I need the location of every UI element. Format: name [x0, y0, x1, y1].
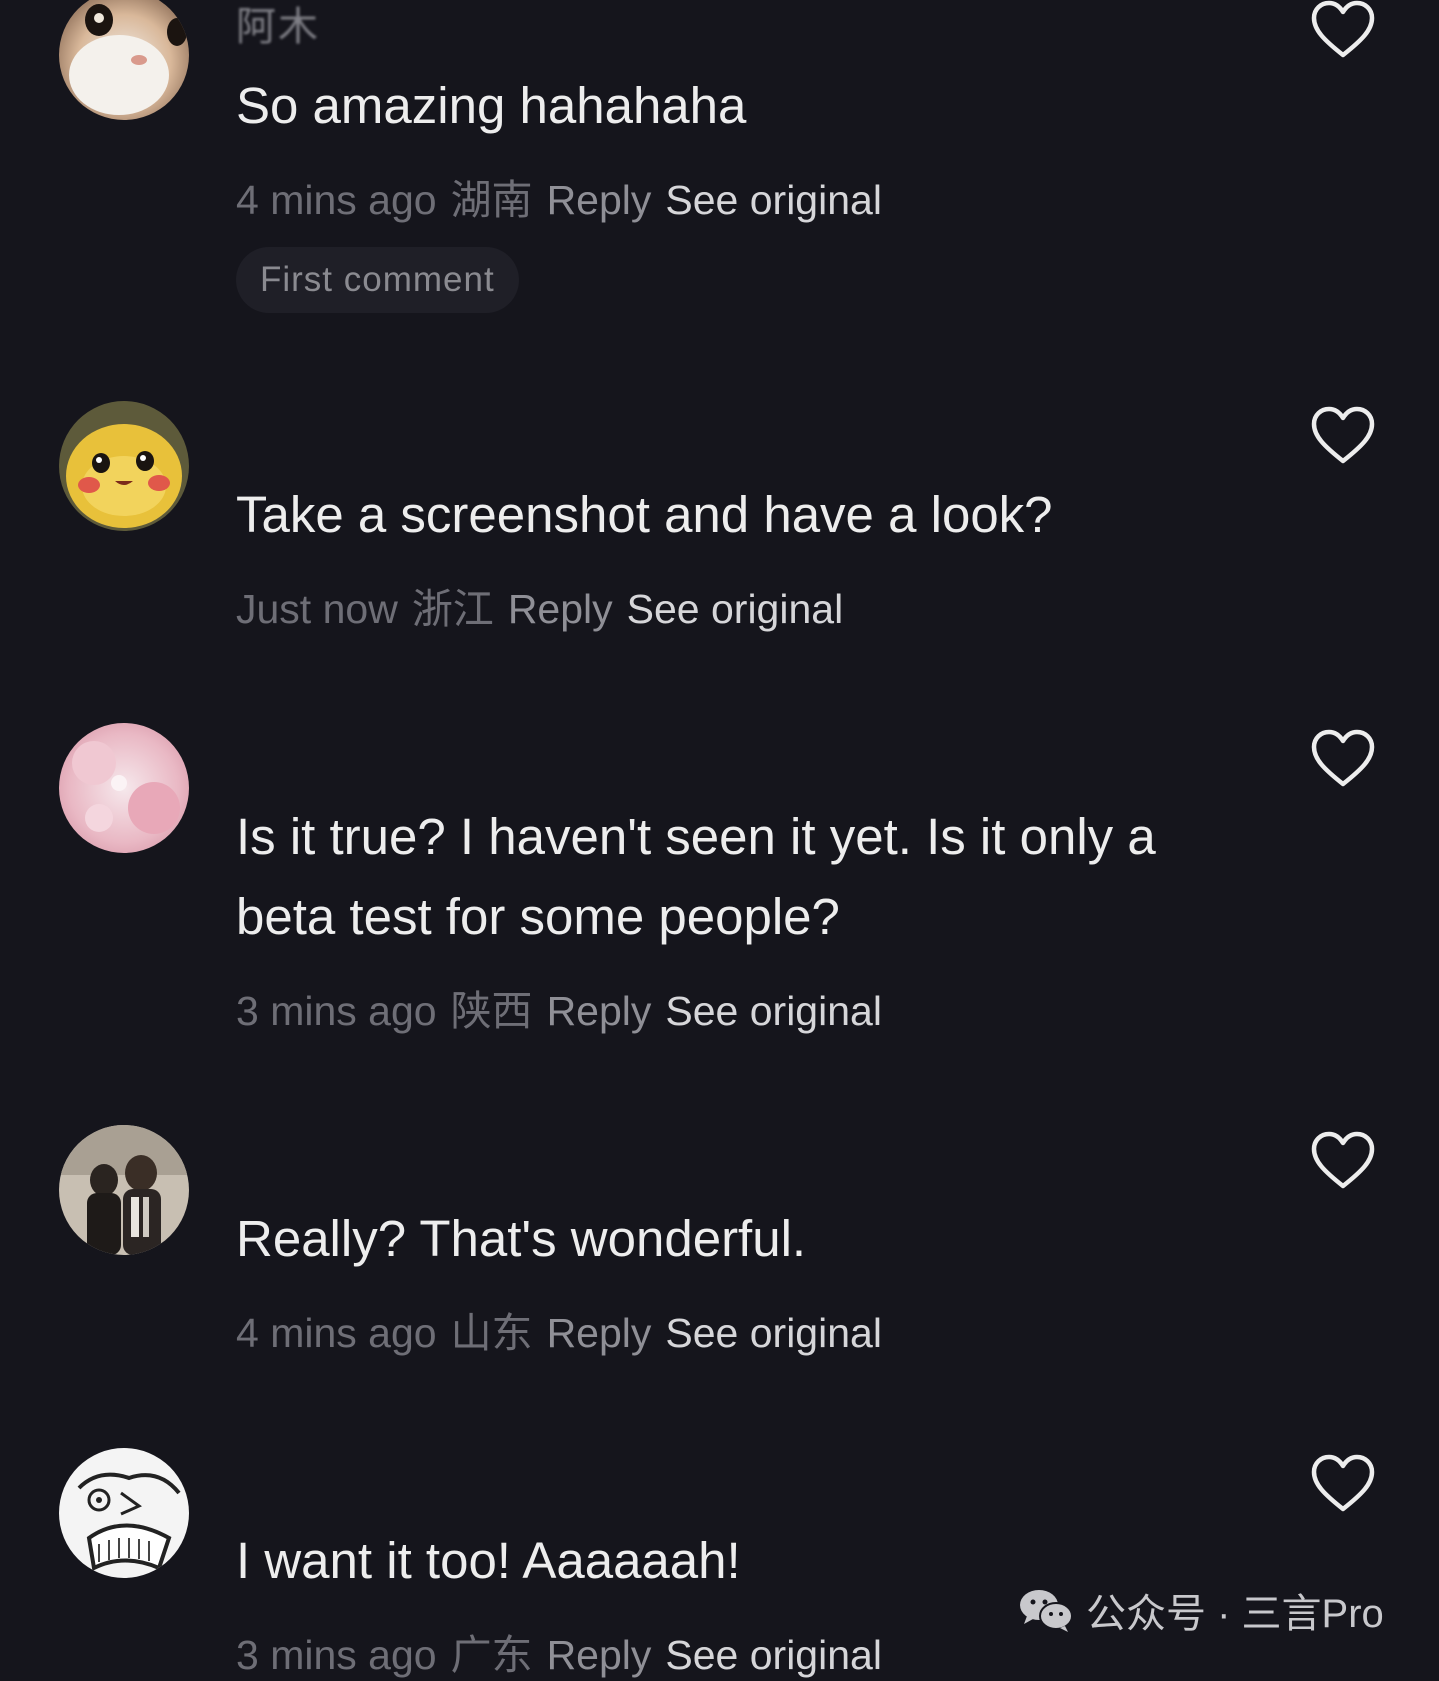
first-comment-badge: First comment [236, 247, 519, 313]
pikachu-avatar-icon [59, 401, 189, 531]
comment-meta: 4 mins ago 湖南 Reply See original [236, 166, 882, 226]
comment-time: 3 mins ago [236, 988, 437, 1034]
see-original-button[interactable]: See original [665, 1632, 882, 1678]
reply-button[interactable]: Reply [547, 177, 652, 223]
heart-outline-icon [1311, 0, 1375, 58]
user-avatar[interactable] [59, 401, 189, 531]
comment-location: 浙江 [411, 586, 494, 632]
comment-text: Really? That's wonderful. [236, 1210, 807, 1267]
reply-button[interactable]: Reply [547, 1310, 652, 1356]
comment-text: Is it true? I haven't seen it yet. Is it… [236, 808, 1156, 945]
user-avatar[interactable] [59, 1125, 189, 1255]
comment-time: 4 mins ago [236, 177, 437, 223]
comment-meta: 3 mins ago 广东 Reply See original [236, 1621, 882, 1681]
comment-meta: Just now 浙江 Reply See original [236, 575, 843, 635]
comment-text: Take a screenshot and have a look? [236, 486, 1053, 543]
comment-text: So amazing hahahaha [236, 77, 747, 134]
comment-location: 广东 [450, 1632, 533, 1678]
comment-location: 山东 [450, 1310, 533, 1356]
manga-face-avatar-icon [59, 1448, 189, 1578]
heart-outline-icon [1311, 1131, 1375, 1189]
comment-meta: 4 mins ago 山东 Reply See original [236, 1299, 882, 1359]
reply-button[interactable]: Reply [508, 586, 613, 632]
comment-time: Just now [236, 586, 398, 632]
cat-avatar-icon [59, 0, 189, 120]
see-original-button[interactable]: See original [665, 1310, 882, 1356]
wechat-icon [1018, 1586, 1074, 1634]
comment-location: 陕西 [450, 988, 533, 1034]
see-original-button[interactable]: See original [627, 586, 844, 632]
see-original-button[interactable]: See original [665, 177, 882, 223]
comment-time: 3 mins ago [236, 1632, 437, 1678]
heart-outline-icon [1311, 406, 1375, 464]
heart-outline-icon [1311, 729, 1375, 787]
user-avatar[interactable] [59, 723, 189, 853]
comment-time: 4 mins ago [236, 1310, 437, 1356]
username[interactable]: 阿木 [236, 0, 320, 52]
person-photo-avatar-icon [59, 1125, 189, 1255]
like-button[interactable] [1310, 729, 1376, 789]
watermark: 公众号 · 三言Pro [1018, 1580, 1384, 1640]
see-original-button[interactable]: See original [665, 988, 882, 1034]
comment-location: 湖南 [450, 177, 533, 223]
watermark-text: 公众号 · 三言Pro [1086, 1592, 1384, 1636]
user-avatar[interactable] [59, 1448, 189, 1578]
like-button[interactable] [1310, 0, 1376, 60]
reply-button[interactable]: Reply [547, 988, 652, 1034]
like-button[interactable] [1310, 1131, 1376, 1191]
user-avatar[interactable] [59, 0, 189, 120]
like-button[interactable] [1310, 406, 1376, 466]
like-button[interactable] [1310, 1454, 1376, 1514]
comment-meta: 3 mins ago 陕西 Reply See original [236, 977, 882, 1037]
heart-outline-icon [1311, 1454, 1375, 1512]
pink-flower-avatar-icon [59, 723, 189, 853]
reply-button[interactable]: Reply [547, 1632, 652, 1678]
